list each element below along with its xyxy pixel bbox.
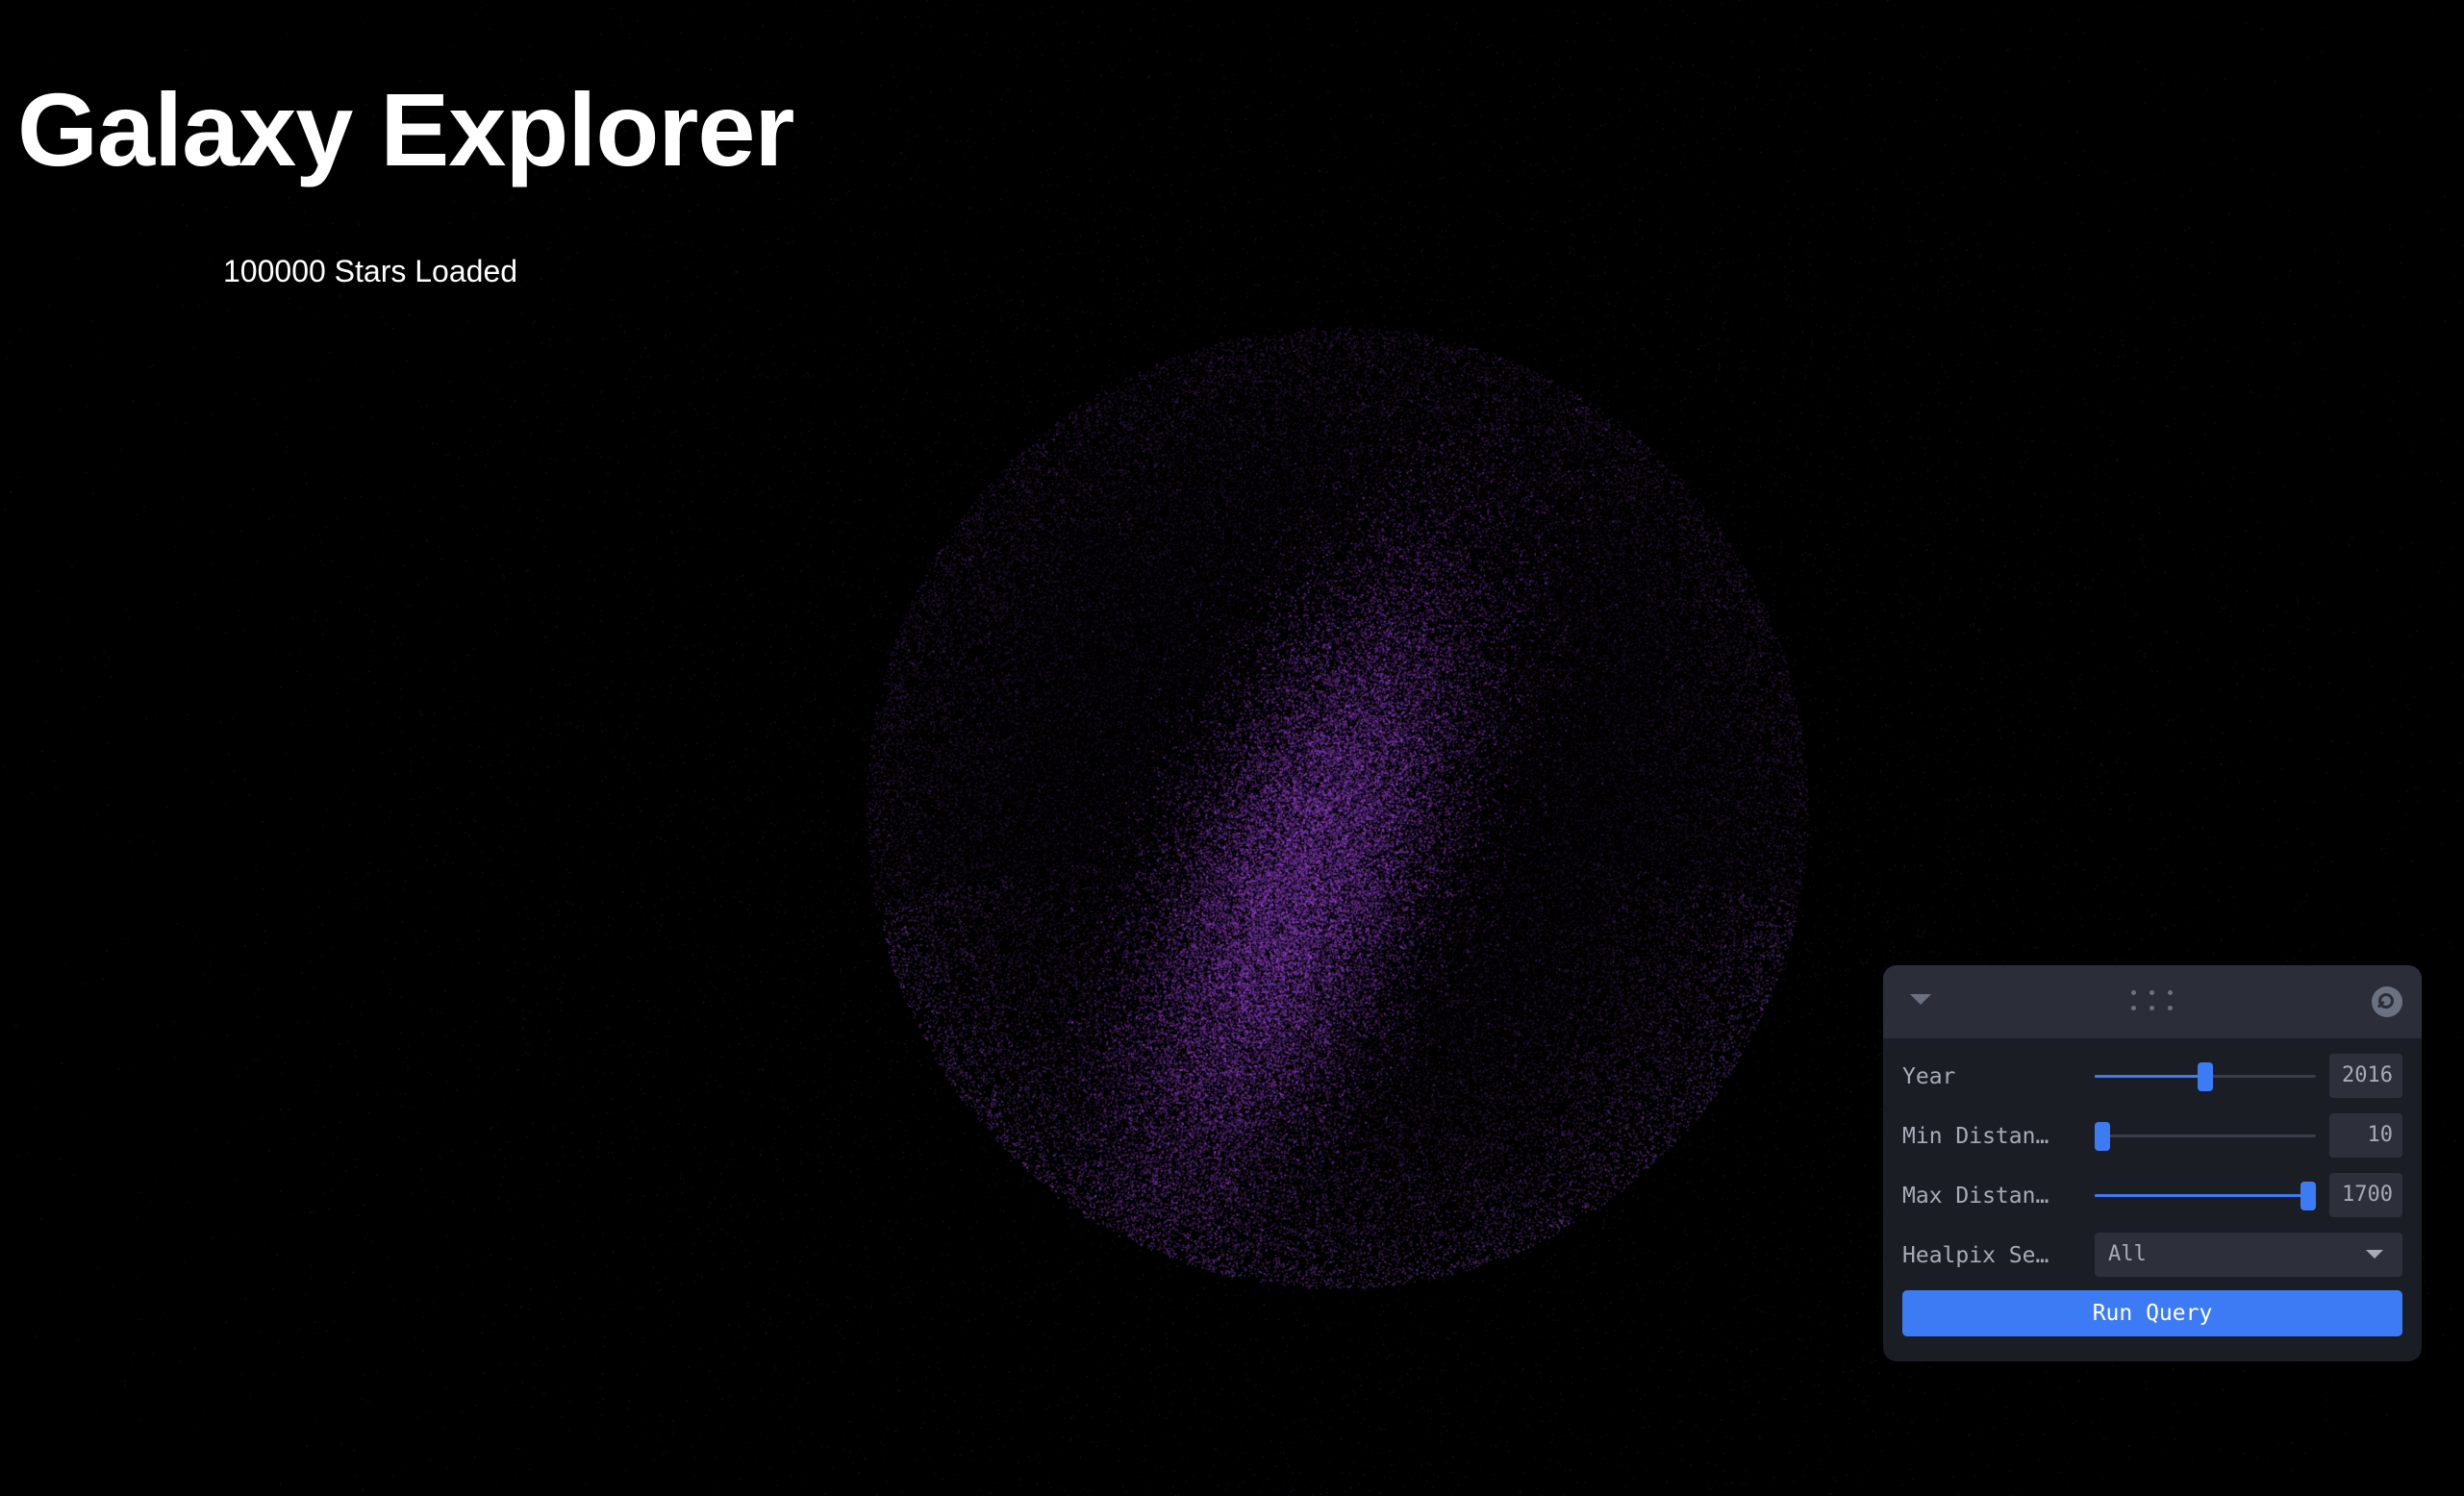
slider-thumb[interactable] bbox=[2095, 1122, 2110, 1151]
min-distance-label: Min Distan… bbox=[1902, 1124, 2049, 1149]
max-distance-label: Max Distan… bbox=[1902, 1184, 2049, 1209]
year-slider[interactable] bbox=[2095, 1062, 2316, 1091]
slider-fill bbox=[2095, 1075, 2205, 1078]
slider-thumb[interactable] bbox=[2301, 1182, 2316, 1210]
healpix-selected-value: All bbox=[2108, 1242, 2147, 1266]
search-icon[interactable] bbox=[2372, 986, 2402, 1017]
query-control-panel: Year 2016 Min Distan… 10 Max Distan… 170… bbox=[1883, 965, 2422, 1361]
max-distance-control: Max Distan… 1700 bbox=[1883, 1173, 2422, 1219]
min-distance-control: Min Distan… 10 bbox=[1883, 1113, 2422, 1159]
run-query-button[interactable]: Run Query bbox=[1902, 1290, 2402, 1336]
stars-loaded-status: 100000 Stars Loaded bbox=[223, 254, 518, 288]
year-label: Year bbox=[1902, 1064, 1956, 1089]
year-control: Year 2016 bbox=[1883, 1054, 2422, 1100]
healpix-control: Healpix Se… All bbox=[1883, 1233, 2422, 1279]
page-title: Galaxy Explorer bbox=[17, 71, 794, 187]
slider-thumb[interactable] bbox=[2198, 1062, 2213, 1091]
chevron-down-icon[interactable] bbox=[1910, 994, 1931, 1005]
min-distance-value-input[interactable]: 10 bbox=[2329, 1113, 2402, 1158]
chevron-down-icon bbox=[2366, 1250, 2383, 1259]
max-distance-value-input[interactable]: 1700 bbox=[2329, 1173, 2402, 1217]
healpix-select[interactable]: All bbox=[2095, 1233, 2402, 1277]
panel-header[interactable] bbox=[1883, 965, 2422, 1038]
drag-handle-icon[interactable] bbox=[2131, 990, 2174, 1013]
year-value-input[interactable]: 2016 bbox=[2329, 1054, 2402, 1098]
max-distance-slider[interactable] bbox=[2095, 1182, 2316, 1210]
healpix-label: Healpix Se… bbox=[1902, 1243, 2049, 1268]
slider-fill bbox=[2095, 1194, 2308, 1197]
min-distance-slider[interactable] bbox=[2095, 1122, 2316, 1151]
